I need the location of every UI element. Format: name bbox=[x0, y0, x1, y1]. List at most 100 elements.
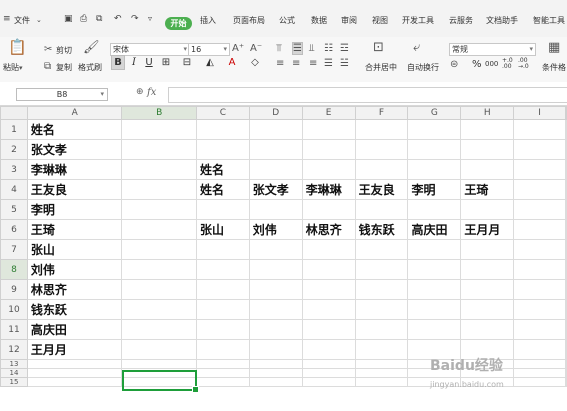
row-header-3[interactable]: 3 bbox=[0, 159, 28, 180]
print-icon[interactable]: ⎙ bbox=[80, 14, 87, 24]
cell-g10[interactable] bbox=[407, 299, 462, 320]
decimal-increase-button[interactable]: +.0 .00 bbox=[502, 58, 514, 70]
tab-doc-assistant[interactable]: 文档助手 bbox=[486, 15, 518, 27]
indent-icon[interactable]: ☲ bbox=[340, 43, 349, 54]
row-header-6[interactable]: 6 bbox=[0, 219, 28, 240]
fill-pattern-icon[interactable]: ⊟ bbox=[181, 56, 193, 69]
fx-icon[interactable]: fx bbox=[147, 87, 156, 98]
tab-review[interactable]: 审阅 bbox=[341, 15, 357, 27]
cell-i9[interactable] bbox=[513, 279, 566, 300]
cell-g7[interactable] bbox=[407, 239, 462, 260]
paste-dropdown-icon[interactable]: ▾ bbox=[19, 63, 23, 74]
cell-g5[interactable] bbox=[407, 199, 462, 220]
cell-i4[interactable] bbox=[513, 179, 566, 200]
cell-h4[interactable]: 王琦 bbox=[460, 179, 515, 200]
cell-h8[interactable] bbox=[460, 259, 515, 280]
align-right-icon[interactable]: ≡ bbox=[309, 58, 317, 69]
cell-b9[interactable] bbox=[121, 279, 197, 300]
cell-b1[interactable] bbox=[121, 119, 197, 140]
cell-b4[interactable] bbox=[121, 179, 197, 200]
cell-i10[interactable] bbox=[513, 299, 566, 320]
cell-c14[interactable] bbox=[195, 368, 250, 378]
chevron-down-icon[interactable]: ⌄ bbox=[36, 16, 42, 24]
font-size-select[interactable]: 16 ▾ bbox=[188, 43, 230, 56]
cell-a12[interactable]: 王月月 bbox=[26, 339, 123, 360]
cell-h2[interactable] bbox=[460, 139, 515, 160]
cell-f3[interactable] bbox=[354, 159, 409, 180]
cell-d15[interactable] bbox=[248, 377, 303, 387]
formula-input[interactable] bbox=[168, 87, 567, 103]
format-painter-icon[interactable]: 🖌 bbox=[83, 41, 100, 54]
cell-overflow[interactable] bbox=[565, 279, 567, 300]
cell-a13[interactable] bbox=[26, 359, 123, 369]
cell-a9[interactable]: 林思齐 bbox=[26, 279, 123, 300]
cell-overflow[interactable] bbox=[565, 359, 567, 369]
cell-f11[interactable] bbox=[354, 319, 409, 340]
cell-h6[interactable]: 王月月 bbox=[460, 219, 515, 240]
cell-d3[interactable] bbox=[248, 159, 303, 180]
row-header-10[interactable]: 10 bbox=[0, 299, 28, 320]
cell-overflow[interactable] bbox=[565, 119, 567, 140]
cell-c12[interactable] bbox=[195, 339, 250, 360]
scissors-icon[interactable]: ✂ bbox=[44, 44, 52, 55]
cell-c4[interactable]: 姓名 bbox=[195, 179, 250, 200]
cell-d4[interactable]: 张文孝 bbox=[248, 179, 303, 200]
row-header-12[interactable]: 12 bbox=[0, 339, 28, 360]
paste-button[interactable]: 粘贴 bbox=[3, 62, 19, 73]
number-format-select[interactable]: 常规 ▾ bbox=[449, 43, 536, 56]
row-header-8[interactable]: 8 bbox=[0, 259, 28, 280]
cell-overflow[interactable] bbox=[565, 159, 567, 180]
cell-b3[interactable] bbox=[121, 159, 197, 180]
cell-c5[interactable] bbox=[195, 199, 250, 220]
clear-format-icon[interactable]: ◇ bbox=[249, 56, 261, 69]
cell-d1[interactable] bbox=[248, 119, 303, 140]
wrap-text-icon[interactable]: ⤶ bbox=[413, 41, 420, 54]
cell-e1[interactable] bbox=[301, 119, 356, 140]
tab-developer[interactable]: 开发工具 bbox=[402, 15, 434, 27]
cell-g6[interactable]: 高庆田 bbox=[407, 219, 462, 240]
cell-f4[interactable]: 王友良 bbox=[354, 179, 409, 200]
row-header-9[interactable]: 9 bbox=[0, 279, 28, 300]
cell-i5[interactable] bbox=[513, 199, 566, 220]
row-header-14[interactable]: 14 bbox=[0, 368, 28, 378]
conditional-format-icon[interactable]: ▦ bbox=[548, 41, 560, 54]
cell-g2[interactable] bbox=[407, 139, 462, 160]
cell-a5[interactable]: 李明 bbox=[26, 199, 123, 220]
cell-g8[interactable] bbox=[407, 259, 462, 280]
cell-e14[interactable] bbox=[301, 368, 356, 378]
italic-button[interactable]: I bbox=[128, 56, 140, 69]
distributed-icon[interactable]: ☱ bbox=[340, 58, 349, 69]
border-icon[interactable]: ⊞ bbox=[160, 56, 172, 69]
bold-button[interactable]: B bbox=[111, 55, 125, 70]
cell-f12[interactable] bbox=[354, 339, 409, 360]
cell-overflow[interactable] bbox=[565, 299, 567, 320]
merge-center-icon[interactable]: ⊡ bbox=[373, 41, 384, 54]
name-box[interactable]: B8 ▾ bbox=[16, 88, 108, 101]
menu-file[interactable]: 文件 bbox=[14, 15, 30, 27]
cell-b8[interactable] bbox=[121, 259, 197, 280]
cell-f9[interactable] bbox=[354, 279, 409, 300]
column-header-h[interactable]: H bbox=[460, 106, 515, 120]
row-header-4[interactable]: 4 bbox=[0, 179, 28, 200]
menu-icon[interactable]: ≡ bbox=[3, 14, 11, 24]
cell-f2[interactable] bbox=[354, 139, 409, 160]
cell-c3[interactable]: 姓名 bbox=[195, 159, 250, 180]
cell-overflow[interactable] bbox=[565, 339, 567, 360]
cell-f1[interactable] bbox=[354, 119, 409, 140]
cell-d6[interactable]: 刘伟 bbox=[248, 219, 303, 240]
cell-c1[interactable] bbox=[195, 119, 250, 140]
cell-c7[interactable] bbox=[195, 239, 250, 260]
cell-a4[interactable]: 王友良 bbox=[26, 179, 123, 200]
cell-f6[interactable]: 钱东跃 bbox=[354, 219, 409, 240]
fill-color-icon[interactable]: ◭ bbox=[204, 56, 216, 69]
cell-c15[interactable] bbox=[195, 377, 250, 387]
column-header-d[interactable]: D bbox=[248, 106, 303, 120]
cell-e5[interactable] bbox=[301, 199, 356, 220]
cell-b11[interactable] bbox=[121, 319, 197, 340]
cell-i7[interactable] bbox=[513, 239, 566, 260]
cell-a10[interactable]: 钱东跃 bbox=[26, 299, 123, 320]
cell-f5[interactable] bbox=[354, 199, 409, 220]
cell-h11[interactable] bbox=[460, 319, 515, 340]
cell-b10[interactable] bbox=[121, 299, 197, 320]
cell-overflow[interactable] bbox=[565, 179, 567, 200]
